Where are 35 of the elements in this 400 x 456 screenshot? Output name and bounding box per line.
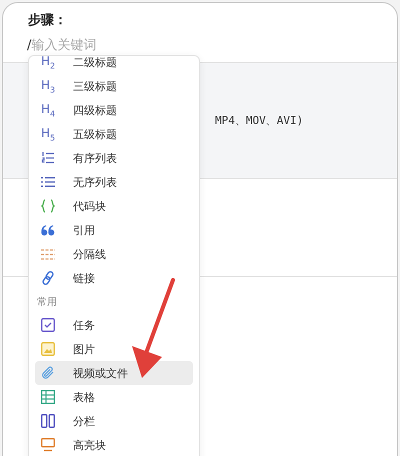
menu-item[interactable]: 视频或文件 [35, 361, 193, 385]
menu-item[interactable]: H$_{5}$ 五级标题 [35, 122, 193, 146]
link-icon [41, 271, 55, 285]
checkbox-icon [41, 318, 55, 332]
typed-text: / [27, 38, 32, 52]
quote-icon [41, 224, 55, 236]
heading-icon: H$_{5}$ [40, 126, 56, 142]
menu-item[interactable]: 代码块 [35, 194, 193, 218]
code-text: MP4、MOV、AVI) [215, 113, 304, 128]
columns-icon [41, 414, 55, 428]
menu-item[interactable]: 分隔线 [35, 242, 193, 266]
menu-item[interactable]: 表格 [35, 385, 193, 409]
menu-item[interactable]: 链接 [35, 266, 193, 290]
braces-icon [41, 199, 55, 213]
menu-item[interactable]: 引用 [35, 218, 193, 242]
menu-item[interactable]: 无序列表 [35, 170, 193, 194]
menu-item[interactable]: 高亮块 [35, 433, 193, 456]
ordered-list-icon [41, 151, 55, 165]
paperclip-icon [41, 366, 55, 380]
heading-icon: H$_{4}$ [40, 102, 56, 118]
menu-item[interactable]: 任务 [35, 313, 193, 337]
bullet-list-icon [41, 176, 55, 188]
menu-item[interactable]: 分栏 [35, 409, 193, 433]
menu-item[interactable]: H$_{3}$ 三级标题 [35, 74, 193, 98]
image-icon [41, 342, 55, 356]
menu-item[interactable]: 图片 [35, 337, 193, 361]
heading-icon: H$_{3}$ [40, 78, 56, 94]
heading-icon: H$_{2}$ [40, 54, 56, 70]
group-header: 常用 [36, 296, 58, 310]
table-icon [41, 390, 55, 404]
section-title: 步骤： [28, 12, 68, 29]
divider-icon [41, 248, 55, 260]
menu-item[interactable]: H$_{4}$ 四级标题 [35, 98, 193, 122]
highlight-block-icon [41, 438, 55, 452]
menu-item[interactable]: 有序列表 [35, 146, 193, 170]
